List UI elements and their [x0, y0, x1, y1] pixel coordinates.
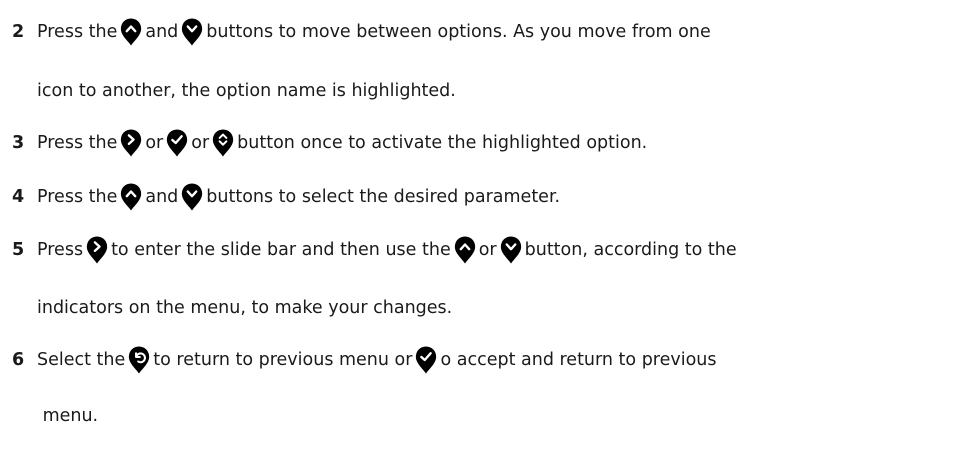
step-text: and [145, 22, 179, 42]
step-text: button, according to the [524, 240, 737, 260]
step-text: to return to previous menu or [153, 350, 413, 370]
step-text: buttons to move between options. As you … [206, 22, 711, 42]
step-number: 3 [12, 133, 25, 153]
step-number: 4 [12, 187, 25, 207]
up-button-icon [120, 182, 142, 212]
step-text: indicators on the menu, to make your cha… [37, 298, 453, 318]
step-text: Press the [37, 22, 118, 42]
right-button-icon [120, 128, 142, 158]
step-number: 2 [12, 22, 25, 42]
step-text: menu. [37, 406, 99, 426]
step-text: buttons to select the desired parameter. [206, 187, 561, 207]
down-button-icon [181, 182, 203, 212]
step-text: o accept and return to previous [440, 350, 717, 370]
check-button-icon [415, 345, 437, 375]
step-text: icon to another, the option name is high… [37, 81, 456, 101]
down-button-icon [181, 17, 203, 47]
step-number: 5 [12, 240, 25, 260]
step-text: button once to activate the highlighted … [237, 133, 648, 153]
step-text: or [478, 240, 497, 260]
check-button-icon [166, 128, 188, 158]
back-button-icon [128, 345, 150, 375]
step-text: Press [37, 240, 84, 260]
step-text: Press the [37, 187, 118, 207]
step-text: Press the [37, 133, 118, 153]
step-text: and [145, 187, 179, 207]
down-button-icon [500, 235, 522, 265]
step-text: to enter the slide bar and then use the [111, 240, 451, 260]
instructions-document: 2 Press the and buttons to move between … [0, 0, 953, 449]
up-button-icon [120, 17, 142, 47]
right-button-icon [86, 235, 108, 265]
step-text: or [145, 133, 164, 153]
step-text: or [191, 133, 210, 153]
step-number: 6 [12, 350, 25, 370]
up-button-icon [454, 235, 476, 265]
step-text: Select the [37, 350, 126, 370]
up-down-button-icon [212, 128, 234, 158]
